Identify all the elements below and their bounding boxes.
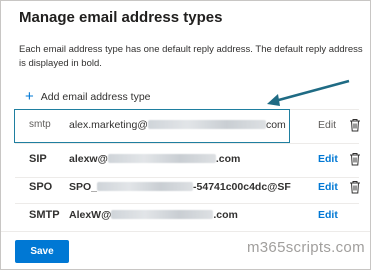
email-type-label: SMTP (29, 209, 60, 221)
edit-link[interactable]: Edit (318, 119, 336, 131)
trash-icon[interactable] (349, 180, 361, 194)
panel-description: Each email address type has one default … (19, 44, 363, 69)
add-email-type-label: Add email address type (40, 90, 151, 103)
redacted-text (111, 210, 214, 219)
redacted-text (97, 182, 194, 191)
panel-title: Manage email address types (19, 9, 223, 26)
annotation-arrow (267, 79, 350, 106)
save-button[interactable]: Save (15, 240, 69, 263)
email-type-label: SIP (29, 153, 47, 165)
edit-link[interactable]: Edit (318, 181, 338, 193)
email-address: SPO_ -54741c00c4dc@SF (69, 181, 291, 193)
footer-divider (1, 231, 370, 232)
redacted-text (107, 154, 216, 163)
email-address: AlexW@ .com (69, 209, 238, 221)
edit-link[interactable]: Edit (318, 153, 338, 165)
email-type-row-smtp-primary: SMTP AlexW@ .com Edit (15, 199, 359, 233)
edit-link[interactable]: Edit (318, 209, 338, 221)
email-address: alexw@ .com (69, 153, 241, 165)
add-email-type-button[interactable]: + Add email address type (25, 89, 151, 104)
plus-icon: + (25, 88, 34, 105)
trash-icon[interactable] (349, 152, 361, 166)
trash-icon[interactable] (349, 118, 361, 132)
highlighted-row-outline (14, 109, 290, 143)
watermark-text: m365scripts.com (247, 239, 365, 256)
manage-email-types-panel: Manage email address types Each email ad… (0, 0, 371, 270)
email-type-label: SPO (29, 181, 53, 193)
